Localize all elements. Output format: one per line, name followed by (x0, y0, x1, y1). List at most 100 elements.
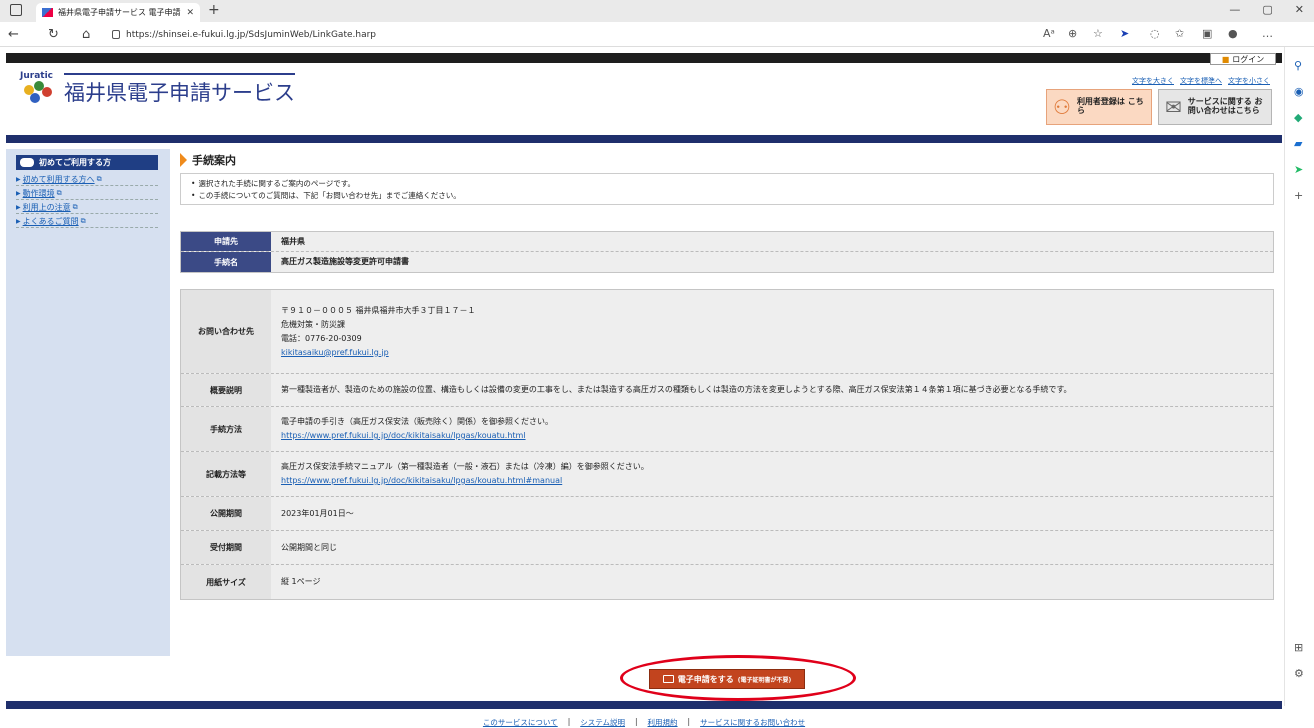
extensions-icon[interactable]: ◌ (1150, 27, 1160, 40)
tab-title: 福井県電子申請サービス 電子申請 (58, 8, 181, 17)
sidebar-link[interactable]: よくあるご質問 (23, 216, 79, 227)
contact-button[interactable]: ✉ サービスに関する お問い合わせはこちら (1158, 89, 1272, 125)
minimize-icon[interactable]: — (1229, 3, 1240, 16)
monitor-icon (662, 675, 674, 683)
search-icon[interactable]: ⚲ (1294, 59, 1302, 72)
back-icon[interactable]: ← (8, 27, 19, 42)
table-row: 受付期間 公開期間と同じ (181, 531, 1273, 565)
outlook-icon[interactable]: ▰ (1294, 137, 1302, 150)
footer-terms-link[interactable]: 利用規約 (648, 717, 678, 728)
lock-icon (112, 30, 120, 39)
external-link-icon: ⧉ (80, 216, 86, 225)
method-link[interactable]: https://www.pref.fukui.lg.jp/doc/kikitai… (281, 429, 1263, 443)
arrow-icon: ▶ (16, 175, 21, 183)
send-icon[interactable]: ➤ (1294, 163, 1303, 176)
footer-links: このサービスについて | システム説明 | 利用規約 | サービスに関するお問い合わせ (6, 717, 1282, 728)
user-icon: ⚇ (1053, 95, 1071, 119)
tab-actions-icon[interactable] (10, 4, 22, 16)
address-bar-row: ← ↻ ⌂ https://shinsei.e-fukui.lg.jp/SdsJ… (0, 22, 1314, 47)
tab-close-icon[interactable]: ✕ (186, 8, 194, 18)
row-value: 高圧ガス製造施設等変更許可申請書 (281, 257, 409, 266)
more-menu-icon[interactable]: … (1262, 27, 1273, 40)
page-title: 手続案内 (192, 154, 236, 167)
restore-icon[interactable]: ▢ (1262, 3, 1272, 16)
favorite-add-icon[interactable]: ☆ (1093, 27, 1103, 40)
site-page: ■ ログイン Juratic 福井県電子申請サービス 文字を大きく 文字を標準へ… (6, 47, 1282, 727)
bing-icon[interactable]: ◉ (1294, 85, 1304, 98)
sidebar-item-notes[interactable]: ▶ 利用上の注意 ⧉ (16, 201, 158, 214)
footer-divider (6, 701, 1282, 709)
sidebar-link[interactable]: 動作環境 (23, 188, 55, 199)
browser-tab[interactable]: 福井県電子申請サービス 電子申請 ✕ (36, 3, 200, 22)
profile-avatar[interactable]: ● (1228, 27, 1238, 40)
close-window-icon[interactable]: ✕ (1295, 3, 1304, 16)
row-label: お問い合わせ先 (181, 290, 271, 373)
arrow-icon: ▶ (16, 203, 21, 211)
login-button[interactable]: ■ ログイン (1210, 53, 1276, 65)
footer-about-link[interactable]: このサービスについて (483, 717, 558, 728)
sidebar-link[interactable]: 利用上の注意 (23, 202, 71, 213)
zoom-icon[interactable]: ⊕ (1068, 27, 1077, 40)
read-aloud-icon[interactable]: Aᵃ (1043, 27, 1055, 40)
arrow-icon: ▶ (16, 189, 21, 197)
register-label: 利用者登録は こちら (1076, 97, 1144, 115)
row-label: 用紙サイズ (181, 565, 271, 599)
sidebar-link[interactable]: 初めて利用する方へ (23, 174, 95, 185)
table-row: 概要説明 第一種製造者が、製造のための施設の位置、構造もしくは設備の変更の工事を… (181, 374, 1273, 407)
settings-icon[interactable]: ⚙ (1294, 667, 1304, 680)
submit-label: 電子申請をする (677, 674, 734, 684)
row-label: 手続名 (181, 252, 271, 272)
footer-system-link[interactable]: システム説明 (580, 717, 625, 728)
contact-phone: 電話：0776-20-0309 (281, 333, 362, 343)
contact-address: 〒９１０－０００５ 福井県福井市大手３丁目１７－１ (281, 305, 476, 315)
row-value: 2023年01月01日～ (281, 508, 354, 518)
table-row: お問い合わせ先 〒９１０－０００５ 福井県福井市大手３丁目１７－１ 危機対策・防… (181, 290, 1273, 374)
tools-icon[interactable]: ◆ (1294, 111, 1302, 124)
font-smaller-link[interactable]: 文字を小さく (1228, 76, 1270, 86)
table-row: 用紙サイズ 縦 1ページ (181, 565, 1273, 599)
lock-icon: ■ (1221, 54, 1230, 64)
favorites-icon[interactable]: ✩ (1175, 27, 1184, 40)
new-tab-icon[interactable]: + (208, 2, 220, 18)
url-field[interactable]: https://shinsei.e-fukui.lg.jp/SdsJuminWe… (112, 26, 972, 43)
howto-text: 高圧ガス保安法手続マニュアル（第一種製造者（一般・液石）または（冷凍）編）を御参… (281, 462, 649, 471)
howto-value: 高圧ガス保安法手続マニュアル（第一種製造者（一般・液石）または（冷凍）編）を御参… (271, 452, 1273, 496)
main-content: 手続案内 選択された手続に関するご案内のページです。 この手続についてのご質問は… (174, 149, 1282, 656)
add-sidebar-icon[interactable]: + (1294, 189, 1303, 202)
font-normal-link[interactable]: 文字を標準へ (1180, 76, 1222, 86)
window-controls: — ▢ ✕ (1229, 3, 1304, 16)
site-title: 福井県電子申請サービス (64, 73, 295, 107)
collections-icon[interactable]: ▣ (1202, 27, 1212, 40)
browser-tab-bar: 福井県電子申請サービス 電子申請 ✕ + — ▢ ✕ (0, 0, 1314, 22)
row-label: 記載方法等 (181, 452, 271, 496)
row-label: 概要説明 (181, 374, 271, 406)
sidebar-item-environment[interactable]: ▶ 動作環境 ⧉ (16, 187, 158, 200)
home-icon[interactable]: ⌂ (82, 27, 90, 42)
row-value: 縦 1ページ (281, 577, 321, 586)
table-row: 申請先 福井県 (181, 232, 1273, 252)
basic-info-table: 申請先 福井県 手続名 高圧ガス製造施設等変更許可申請書 (180, 231, 1274, 273)
sidebar-item-first-time[interactable]: ▶ 初めて利用する方へ ⧉ (16, 173, 158, 186)
layout-icon[interactable]: ⊞ (1294, 641, 1303, 654)
row-label: 受付期間 (181, 531, 271, 564)
site-logo[interactable]: 福井県電子申請サービス (20, 73, 295, 107)
row-value: 福井県 (281, 236, 305, 246)
submit-sublabel: (電子証明書が不要) (737, 676, 792, 684)
sidebar-heading-label: 初めてご利用する方 (39, 158, 111, 167)
method-value: 電子申請の手引き（高圧ガス保安法（販売除く）関係）を御参照ください。 https… (271, 407, 1273, 451)
table-row: 記載方法等 高圧ガス保安法手続マニュアル（第一種製造者（一般・液石）または（冷凍… (181, 452, 1273, 497)
sidebar-item-faq[interactable]: ▶ よくあるご質問 ⧉ (16, 215, 158, 228)
submit-application-button[interactable]: 電子申請をする (電子証明書が不要) (649, 669, 805, 689)
separator: | (567, 717, 571, 726)
favicon-icon (42, 8, 53, 17)
howto-link[interactable]: https://www.pref.fukui.lg.jp/doc/kikitai… (281, 474, 1263, 488)
refresh-icon[interactable]: ↻ (48, 27, 59, 42)
table-row: 手続名 高圧ガス製造施設等変更許可申請書 (181, 252, 1273, 272)
font-larger-link[interactable]: 文字を大きく (1132, 76, 1174, 86)
edge-sidebar: ⚲ ◉ ◆ ▰ ➤ + ⊞ ⚙ (1284, 47, 1314, 706)
contact-email-link[interactable]: kikitasaiku@pref.fukui.lg.jp (281, 346, 1263, 360)
footer-contact-link[interactable]: サービスに関するお問い合わせ (700, 717, 805, 728)
header-divider (6, 135, 1282, 143)
register-button[interactable]: ⚇ 利用者登録は こちら (1046, 89, 1152, 125)
extension-icon[interactable]: ➤ (1120, 27, 1129, 40)
